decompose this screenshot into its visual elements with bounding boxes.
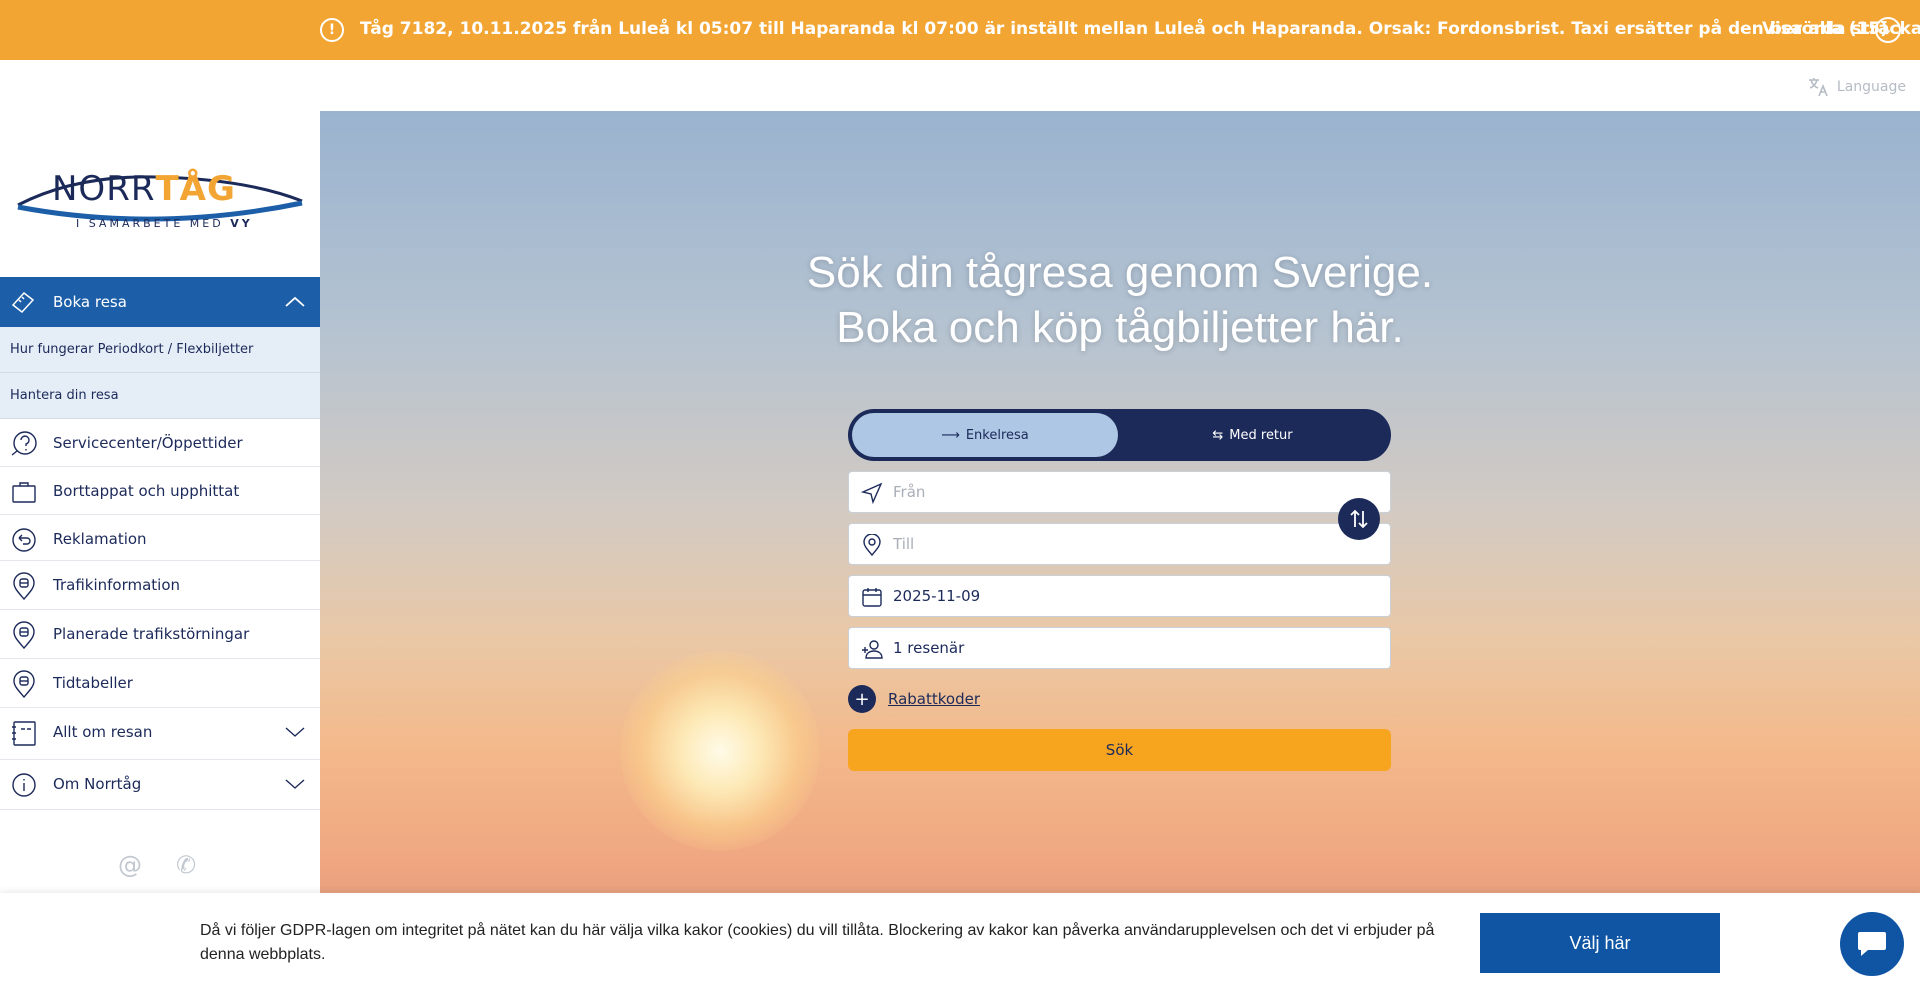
calendar-icon [862,588,882,607]
sidebar-item-borttappat[interactable]: Borttappat och upphittat [0,467,320,515]
swap-stations-button[interactable] [1338,498,1380,540]
add-person-icon [862,640,883,659]
from-field [848,471,1391,513]
sidebar-item-label: Planerade trafikstörningar [53,625,250,643]
translate-icon [1808,78,1828,97]
sidebar-item-label: Servicecenter/Öppettider [53,434,243,452]
return-label: Med retur [1229,427,1293,443]
sidebar-item-tidtabeller[interactable]: Tidtabeller [0,659,320,708]
briefcase-icon [12,482,36,503]
chevron-down-icon[interactable] [284,776,306,792]
phone-icon[interactable]: ✆ [176,851,196,879]
sidebar-item-om-norrtag[interactable]: Om Norrtåg [0,760,320,810]
hero-title-line2: Boka och köp tågbiljetter här. [836,303,1404,352]
date-field [848,575,1391,617]
cookie-choose-button[interactable]: Välj här [1480,913,1720,973]
chat-bubble-icon [1858,932,1886,956]
hero-title: Sök din tågresa genom Sverige. Boka och … [320,245,1920,355]
discount-codes-toggle[interactable]: + Rabattkoder [848,685,980,713]
sidebar-item-reklamation[interactable]: Reklamation [0,515,320,561]
swap-vertical-icon [1350,509,1368,529]
one-way-label: Enkelresa [965,427,1029,443]
chevron-up-icon[interactable] [284,291,306,313]
to-input[interactable] [893,532,1373,556]
chat-button[interactable] [1840,912,1904,976]
return-option[interactable]: ⇆ Med retur [1118,413,1387,457]
navigation-icon [861,482,883,504]
sidebar: NORRTÅG I SAMARBETE MED VY Boka resa Hur… [0,111,320,993]
contact-icons: @ ✆ [118,851,196,879]
discount-codes-label: Rabattkoder [888,690,981,708]
sidebar-item-label: Allt om resan [53,723,153,741]
cookie-banner: Då vi följer GDPR-lagen om integritet på… [0,893,1920,993]
return-icon [12,528,36,552]
sidebar-item-label: Om Norrtåg [53,775,142,793]
sidebar-item-servicecenter[interactable]: Servicecenter/Öppettider [0,419,320,467]
language-label: Language [1836,79,1906,95]
date-input[interactable] [893,584,1373,608]
plus-icon: + [848,685,876,713]
help-icon [11,431,37,456]
norrtag-logo[interactable]: NORRTÅG I SAMARBETE MED VY [16,161,304,241]
cookie-text: Då vi följer GDPR-lagen om integritet på… [200,922,1435,963]
sidebar-item-label: Reklamation [53,530,147,548]
one-way-option[interactable]: ⟶ Enkelresa [852,413,1118,457]
info-icon [12,773,36,797]
sidebar-item-trafikinformation[interactable]: Trafikinformation [0,561,320,610]
sidebar-subitem-periodkort[interactable]: Hur fungerar Periodkort / Flexbiljetter [0,327,320,373]
view-all-alerts-link[interactable]: Visa alla (15) [1762,19,1888,39]
search-button[interactable]: Sök [848,729,1391,771]
location-pin-icon [863,534,881,556]
passengers-input[interactable] [893,636,1373,660]
sidebar-item-label: Trafikinformation [53,576,181,594]
from-input[interactable] [893,480,1373,504]
top-bar: Language [0,60,1920,111]
hero-section: Sök din tågresa genom Sverige. Boka och … [320,111,1920,993]
at-icon[interactable]: @ [118,851,142,879]
hero-title-line1: Sök din tågresa genom Sverige. [806,248,1434,297]
sidebar-item-boka-resa[interactable]: Boka resa [0,277,320,327]
sun-glow [620,651,820,851]
sidebar-item-label: Tidtabeller [53,674,133,692]
chevron-right-icon[interactable]: › [1875,17,1901,43]
logo-wordmark: NORRTÅG [52,169,236,209]
to-field [848,523,1391,565]
passengers-field [848,627,1391,669]
sidebar-item-allt-om-resan[interactable]: Allt om resan [0,708,320,760]
train-pin-icon [13,621,35,649]
alert-banner: ! Tåg 7182, 10.11.2025 från Luleå kl 05:… [0,0,1920,60]
sidebar-subitem-hantera-resa[interactable]: Hantera din resa [0,373,320,419]
sidebar-nav: Boka resa Hur fungerar Periodkort / Flex… [0,277,320,810]
trip-type-toggle: ⟶ Enkelresa ⇆ Med retur [848,409,1391,461]
language-selector[interactable]: Language [1807,76,1906,98]
sidebar-item-planerade[interactable]: Planerade trafikstörningar [0,610,320,659]
swap-arrows-icon: ⇆ [1212,427,1224,443]
sidebar-item-label: Boka resa [53,293,127,311]
notebook-icon [12,721,36,746]
train-pin-icon [13,670,35,698]
sidebar-item-label: Borttappat och upphittat [53,482,240,500]
train-pin-icon [13,572,35,600]
alert-message: Tåg 7182, 10.11.2025 från Luleå kl 05:07… [360,19,1920,39]
chevron-down-icon[interactable] [284,724,306,740]
logo-subtitle: I SAMARBETE MED VY [76,217,253,230]
ticket-icon [11,291,35,314]
arrow-right-icon: ⟶ [941,427,960,443]
exclamation-icon: ! [320,18,344,42]
